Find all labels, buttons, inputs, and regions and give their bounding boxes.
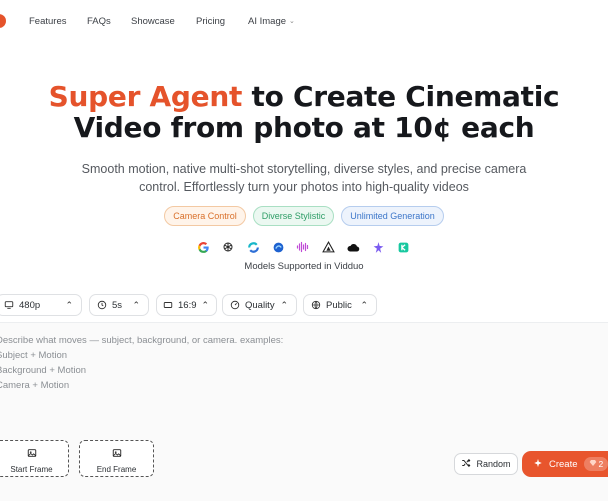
- duration-value: 5s: [112, 299, 123, 311]
- prompt-placeholder: Describe what moves — subject, backgroun…: [0, 335, 284, 391]
- shuffle-icon: [461, 458, 471, 470]
- nav-features[interactable]: Features: [29, 16, 67, 27]
- clock-icon: [96, 300, 107, 311]
- end-frame-label: End Frame: [96, 465, 137, 474]
- sparkle-icon: [370, 239, 386, 255]
- chevron-up-icon: ⌃: [280, 299, 288, 310]
- quality-select[interactable]: Quality ⌃: [222, 294, 297, 316]
- duration-select[interactable]: 5s ⌃: [89, 294, 149, 316]
- top-nav: Features FAQs Showcase Pricing AI Image ⌄: [0, 0, 608, 44]
- nav-showcase[interactable]: Showcase: [131, 16, 175, 27]
- gauge-icon: [229, 300, 240, 311]
- quality-value: Quality: [245, 299, 275, 311]
- resolution-select[interactable]: 480p ⌃: [0, 294, 82, 316]
- feature-tags: Camera Control Diverse Stylistic Unlimit…: [0, 206, 608, 226]
- visibility-select[interactable]: Public ⌃: [303, 294, 377, 316]
- tag-camera-control: Camera Control: [164, 206, 246, 226]
- credit-badge: 2: [583, 457, 608, 471]
- hailuo-icon: [270, 239, 286, 255]
- google-icon: [195, 239, 211, 255]
- image-icon: [0, 448, 68, 458]
- nav-ai-image-label: AI Image: [248, 16, 287, 27]
- tag-diverse-stylistic: Diverse Stylistic: [252, 206, 335, 226]
- kling-icon: [395, 239, 411, 255]
- gem-icon: [589, 459, 597, 469]
- aspect-ratio-icon: [163, 300, 173, 311]
- start-frame-label: Start Frame: [10, 465, 53, 474]
- nav-pricing[interactable]: Pricing: [196, 16, 225, 27]
- ratio-value: 16:9: [178, 299, 197, 311]
- random-button[interactable]: Random: [454, 453, 518, 475]
- end-frame-upload[interactable]: End Frame: [79, 440, 154, 477]
- start-frame-upload[interactable]: Start Frame: [0, 440, 69, 477]
- monitor-icon: [3, 300, 14, 311]
- title-accent: Super Agent: [48, 80, 243, 113]
- chevron-up-icon: ⌃: [201, 299, 210, 310]
- page-title: Super Agent to Create Cinematic Video fr…: [0, 81, 608, 143]
- title-line-2: Video from photo at 10¢ each: [73, 111, 535, 144]
- image-icon: [80, 448, 153, 458]
- visibility-value: Public: [326, 299, 352, 311]
- globe-icon: [310, 300, 321, 311]
- create-button[interactable]: Create 2: [522, 451, 608, 477]
- runway-icon: [245, 239, 261, 255]
- cloud-icon: [345, 239, 361, 255]
- resolution-value: 480p: [19, 299, 41, 311]
- nav-ai-image[interactable]: AI Image ⌄: [248, 16, 295, 27]
- vidu-icon: [320, 239, 336, 255]
- credit-count: 2: [598, 459, 604, 469]
- chevron-up-icon: ⌃: [65, 299, 73, 310]
- pixverse-icon: [295, 239, 311, 255]
- chevron-down-icon: ⌄: [289, 18, 295, 25]
- model-icons: [195, 239, 411, 255]
- sparkle-icon: [533, 458, 543, 471]
- logo[interactable]: [0, 14, 6, 28]
- chevron-up-icon: ⌃: [132, 299, 140, 310]
- create-label: Create: [549, 458, 578, 470]
- models-caption: Models Supported in Vidduo: [244, 261, 364, 272]
- openai-icon: [220, 239, 236, 255]
- chevron-up-icon: ⌃: [360, 299, 368, 310]
- title-rest: to Create Cinematic: [242, 80, 560, 113]
- random-label: Random: [476, 459, 511, 469]
- tag-unlimited-generation: Unlimited Generation: [341, 206, 444, 226]
- nav-faqs[interactable]: FAQs: [87, 16, 111, 27]
- hero-subtitle: Smooth motion, native multi-shot storyte…: [81, 162, 527, 194]
- ratio-select[interactable]: 16:9 ⌃: [156, 294, 217, 316]
